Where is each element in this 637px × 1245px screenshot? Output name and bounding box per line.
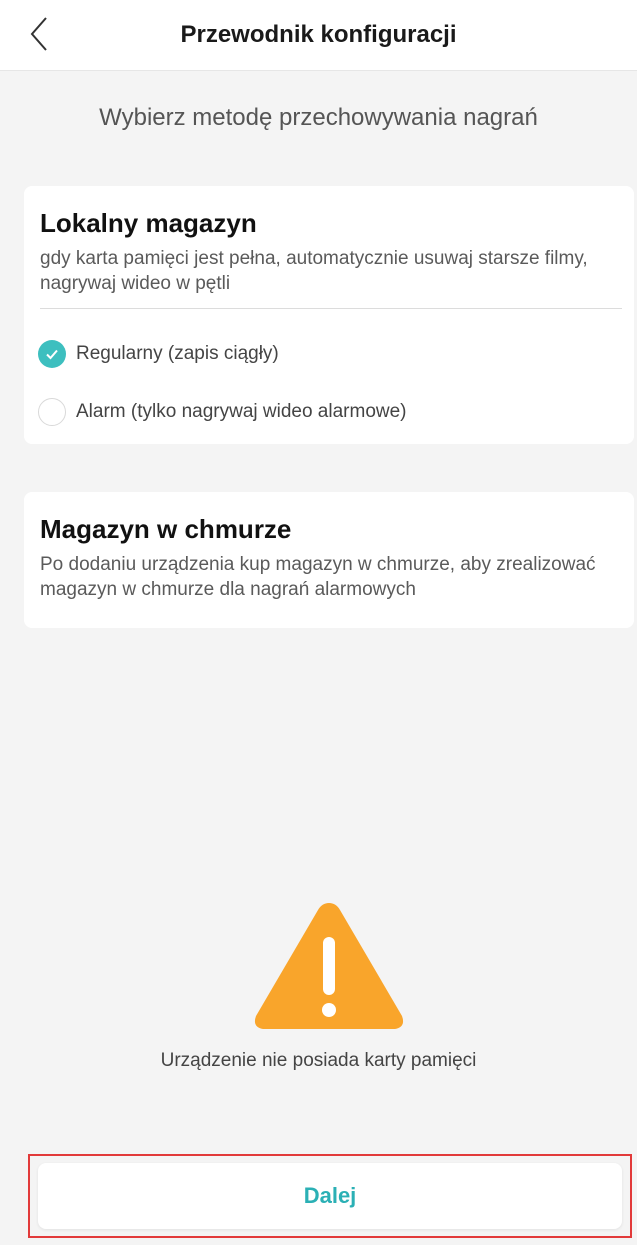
cloud-storage-card[interactable]: Magazyn w chmurze Po dodaniu urządzenia … [24, 492, 634, 628]
page-title: Przewodnik konfiguracji [180, 21, 457, 48]
top-bar: Przewodnik konfiguracji [0, 0, 637, 71]
local-storage-description: gdy karta pamięci jest pełna, automatycz… [40, 248, 588, 294]
cloud-storage-title: Magazyn w chmurze [40, 514, 292, 544]
page-subtitle: Wybierz metodę przechowywania nagrań [99, 104, 538, 131]
next-button[interactable]: Dalej [38, 1163, 622, 1229]
option-alarm-label: Alarm (tylko nagrywaj wideo alarmowe) [76, 401, 407, 422]
option-regular-label: Regularny (zapis ciągły) [76, 343, 279, 364]
option-alarm[interactable]: Alarm (tylko nagrywaj wideo alarmowe) [38, 396, 407, 428]
no-memory-card-message: Urządzenie nie posiada karty pamięci [160, 1050, 477, 1071]
warning-icon [254, 903, 404, 1029]
radio-checked-icon[interactable] [38, 340, 66, 368]
option-regular[interactable]: Regularny (zapis ciągły) [38, 338, 279, 370]
local-storage-title: Lokalny magazyn [40, 208, 257, 238]
cloud-storage-description: Po dodaniu urządzenia kup magazyn w chmu… [40, 554, 596, 600]
divider [40, 308, 622, 309]
radio-unchecked-icon[interactable] [38, 398, 66, 426]
local-storage-card: Lokalny magazyn gdy karta pamięci jest p… [24, 186, 634, 444]
